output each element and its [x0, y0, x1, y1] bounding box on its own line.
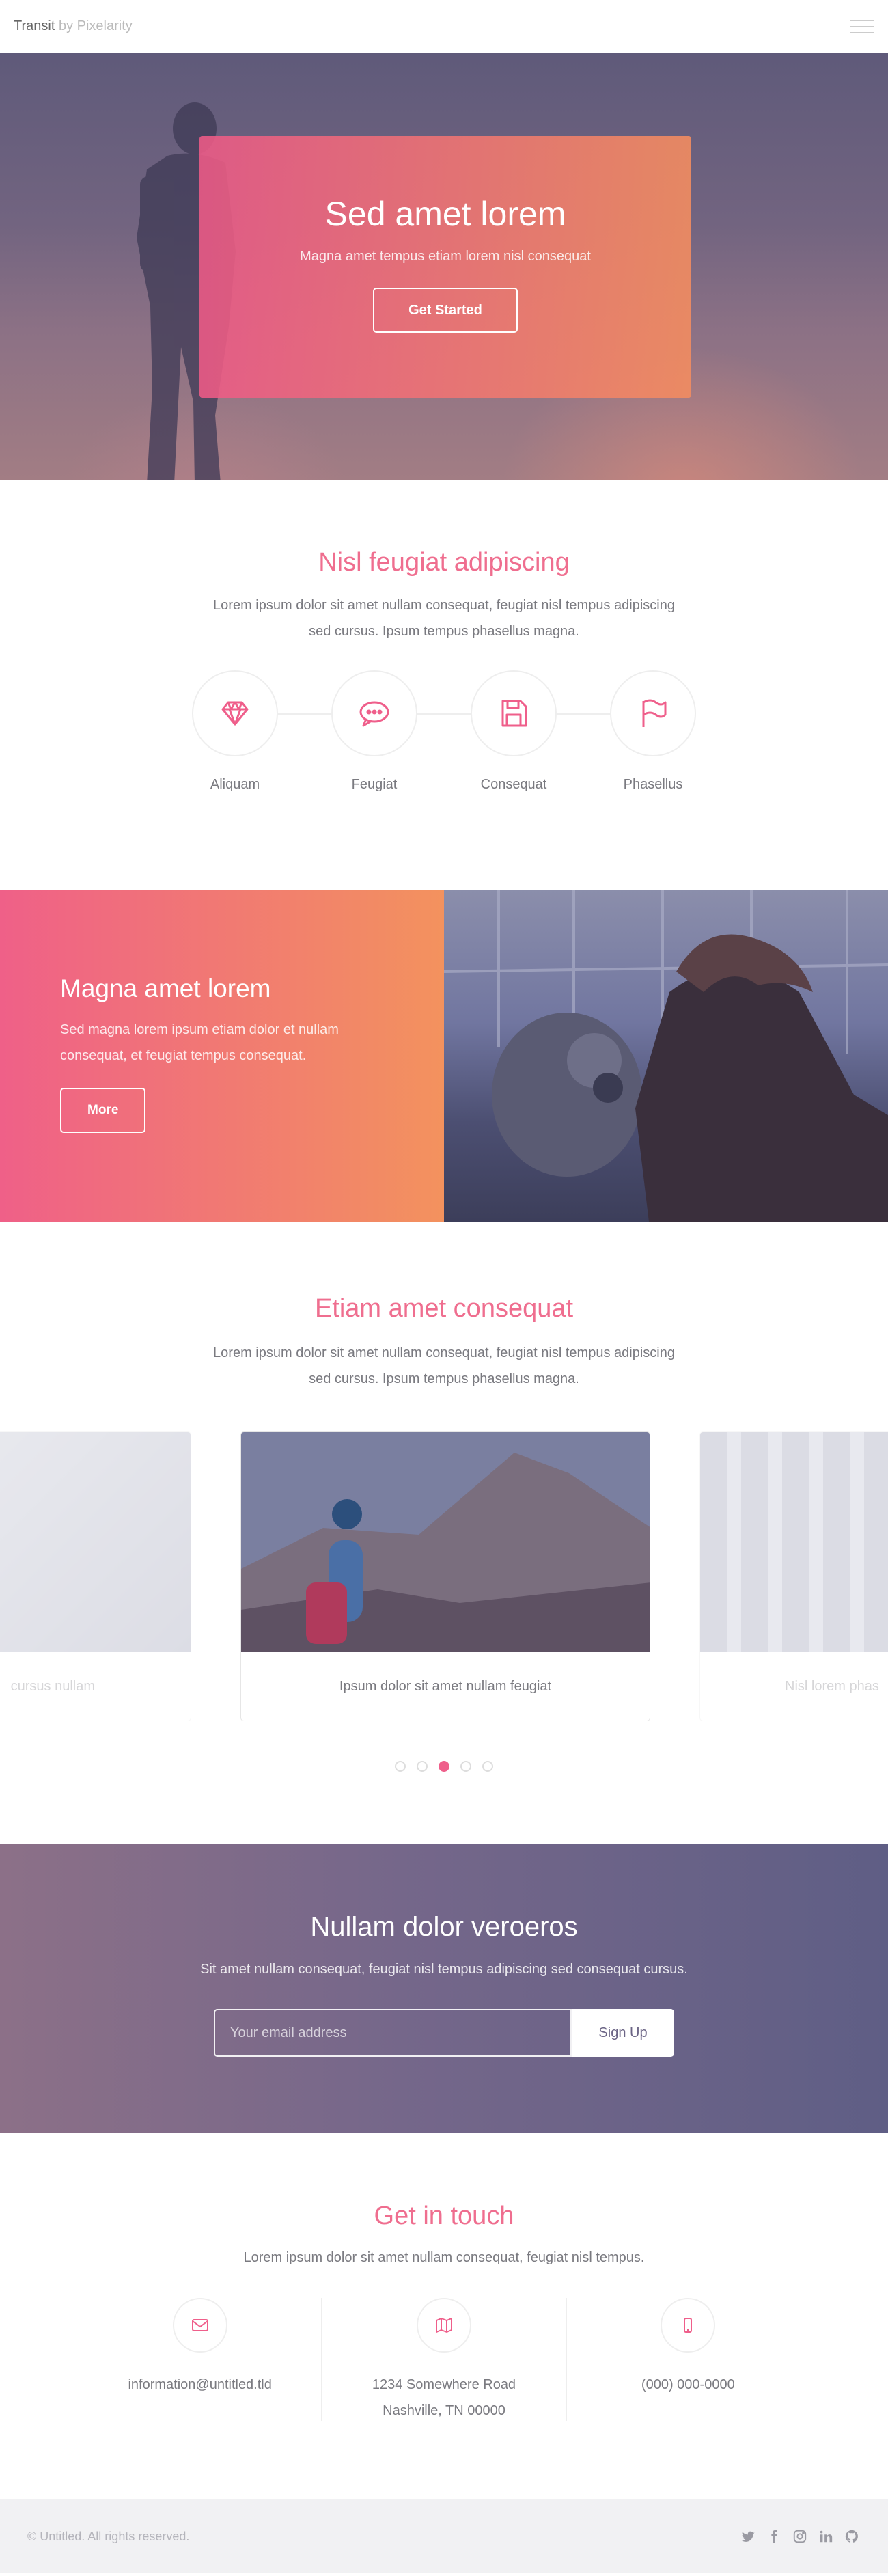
carousel-dots — [0, 1761, 888, 1772]
spotlight-section: Magna amet lorem Sed magna lorem ipsum e… — [0, 890, 888, 1222]
logo-title[interactable]: Transit — [14, 18, 55, 33]
contact-circle — [416, 2298, 471, 2353]
feature-item[interactable]: Phasellus — [609, 670, 697, 793]
binocular-viewer-image — [444, 890, 888, 1222]
feature-item[interactable]: Consequat — [470, 670, 557, 793]
feature-circle — [192, 670, 278, 756]
flag-icon — [642, 699, 667, 727]
signup-section: Nullam dolor veroeros Sit amet nullam co… — [0, 1844, 888, 2133]
card-caption: Ipsum dolor sit amet nullam feugiat — [339, 1679, 552, 1694]
contact-phone-number[interactable]: (000) 000-0000 — [567, 2372, 809, 2398]
comment-icon — [359, 701, 389, 727]
features-title: Nisl feugiat adipiscing — [318, 548, 570, 577]
phone-icon — [684, 2318, 693, 2333]
linkedin-icon[interactable] — [817, 2527, 835, 2545]
facebook-icon[interactable] — [765, 2527, 783, 2545]
card-image-desk — [0, 1432, 191, 1652]
map-icon — [435, 2318, 452, 2333]
feature-row: Aliquam Feugiat Consequat Phasellus — [191, 670, 697, 807]
contact-address-line2: Nashville, TN 00000 — [383, 2403, 505, 2418]
features-text: Lorem ipsum dolor sit amet nullam conseq… — [213, 598, 675, 639]
site-header: Transit by Pixelarity — [0, 0, 888, 53]
feature-label: Consequat — [480, 777, 547, 792]
contact-text: Lorem ipsum dolor sit amet nullam conseq… — [243, 2250, 645, 2265]
carousel-dot[interactable] — [482, 1761, 493, 1772]
signup-title: Nullam dolor veroeros — [310, 1912, 578, 1942]
carousel-card[interactable]: cursus nullam — [0, 1431, 191, 1721]
banner: Sed amet lorem Magna amet tempus etiam l… — [0, 53, 888, 480]
contact-address: 1234 Somewhere Road Nashville, TN 00000 — [321, 2298, 565, 2421]
feature-label: Aliquam — [210, 777, 260, 792]
card-image-hiker — [241, 1432, 650, 1652]
carousel-card[interactable]: Ipsum dolor sit amet nullam feugiat — [240, 1431, 650, 1721]
menu-toggle-icon[interactable] — [850, 19, 874, 33]
carousel-reel: cursus nullam Ipsum dolor sit amet nulla… — [0, 1431, 888, 1721]
features-section: Nisl feugiat adipiscing Lorem ipsum dolo… — [0, 480, 888, 890]
banner-subtitle: Magna amet tempus etiam lorem nisl conse… — [300, 249, 591, 264]
feature-circle — [331, 670, 417, 756]
social-links — [739, 2527, 861, 2545]
get-started-button[interactable]: Get Started — [373, 288, 518, 333]
site-logo[interactable]: Transit by Pixelarity — [14, 18, 133, 34]
banner-title: Sed amet lorem — [324, 195, 566, 233]
save-icon — [501, 700, 527, 727]
contact-row: information@untitled.tld 1234 Somewhere … — [79, 2298, 809, 2421]
carousel-dot[interactable] — [460, 1761, 471, 1772]
feature-connector — [235, 713, 653, 715]
carousel-dot-active[interactable] — [439, 1761, 449, 1772]
site-footer: © Untitled. All rights reserved. — [0, 2499, 888, 2573]
spotlight-text: Sed magna lorem ipsum etiam dolor et nul… — [60, 1022, 339, 1063]
carousel-card[interactable]: Nisl lorem phas — [699, 1431, 888, 1721]
signup-text: Sit amet nullam consequat, feugiat nisl … — [200, 1962, 688, 1977]
contact-email: information@untitled.tld — [79, 2298, 321, 2421]
diamond-icon — [221, 701, 249, 726]
more-button[interactable]: More — [60, 1088, 146, 1133]
card-caption: Nisl lorem phas — [785, 1679, 879, 1694]
instagram-icon[interactable] — [791, 2527, 809, 2545]
contact-phone: (000) 000-0000 — [565, 2298, 809, 2421]
card-caption: cursus nullam — [10, 1679, 95, 1694]
spotlight-content: Magna amet lorem Sed magna lorem ipsum e… — [0, 890, 444, 1222]
sign-up-button[interactable]: Sign Up — [572, 2009, 674, 2057]
copyright-text: © Untitled. All rights reserved. — [27, 2529, 190, 2543]
carousel-dot[interactable] — [417, 1761, 428, 1772]
feature-circle — [610, 670, 696, 756]
contact-section: Get in touch Lorem ipsum dolor sit amet … — [0, 2133, 888, 2499]
contact-title: Get in touch — [374, 2202, 514, 2230]
carousel-text: Lorem ipsum dolor sit amet nullam conseq… — [213, 1345, 675, 1386]
github-icon[interactable] — [843, 2527, 861, 2545]
spotlight-image — [444, 890, 888, 1222]
carousel-section: Etiam amet consequat Lorem ipsum dolor s… — [0, 1222, 888, 1844]
banner-box: Sed amet lorem Magna amet tempus etiam l… — [199, 136, 691, 398]
feature-circle — [471, 670, 557, 756]
envelope-icon — [191, 2319, 208, 2331]
contact-email-address[interactable]: information@untitled.tld — [79, 2372, 321, 2398]
contact-address-line1: 1234 Somewhere Road — [372, 2377, 516, 2392]
signup-form: Sign Up — [214, 2009, 674, 2057]
email-input[interactable] — [214, 2009, 572, 2057]
feature-item[interactable]: Feugiat — [331, 670, 418, 793]
contact-circle — [661, 2298, 716, 2353]
logo-byline[interactable]: by Pixelarity — [55, 18, 133, 33]
spotlight-title: Magna amet lorem — [60, 974, 271, 1002]
feature-label: Phasellus — [623, 777, 683, 792]
feature-item[interactable]: Aliquam — [191, 670, 279, 793]
contact-circle — [172, 2298, 227, 2353]
carousel-title: Etiam amet consequat — [314, 1294, 574, 1323]
twitter-icon[interactable] — [739, 2527, 757, 2545]
carousel-dot[interactable] — [395, 1761, 406, 1772]
card-image-city — [700, 1432, 888, 1652]
feature-label: Feugiat — [351, 777, 398, 792]
